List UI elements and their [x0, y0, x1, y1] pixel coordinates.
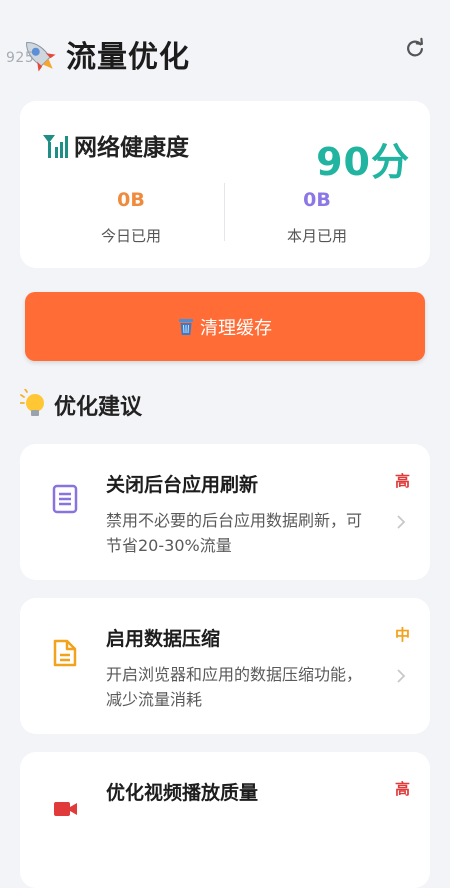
suggestion-desc: 开启浏览器和应用的数据压缩功能，减少流量消耗: [106, 665, 363, 709]
suggestion-title: 启用数据压缩: [106, 628, 221, 650]
health-score: 90分: [316, 140, 410, 184]
file-icon: [53, 639, 77, 667]
today-usage-label: 今日已用: [100, 227, 161, 245]
clean-cache-label: 清理缓存: [200, 317, 272, 339]
video-icon: [54, 802, 77, 816]
refresh-icon[interactable]: [404, 37, 426, 59]
network-health-title: 网络健康度: [74, 135, 189, 161]
document-icon: [52, 484, 78, 514]
suggestion-card-background-refresh[interactable]: 关闭后台应用刷新 高 禁用不必要的后台应用数据刷新，可节省20-30%流量: [20, 444, 430, 580]
lightbulb-icon: [20, 389, 44, 416]
suggestions-title: 优化建议: [54, 395, 143, 420]
month-usage-label: 本月已用: [286, 227, 347, 245]
suggestion-card-video-quality[interactable]: 优化视频播放质量 高: [20, 752, 430, 888]
network-health-card: 网络健康度 90分 0B 今日已用 0B 本月已用: [20, 101, 430, 268]
priority-badge: 高: [394, 472, 410, 490]
watermark-text: 925: [6, 50, 35, 66]
suggestion-card-data-compression[interactable]: 启用数据压缩 中 开启浏览器和应用的数据压缩功能，减少流量消耗: [20, 598, 430, 734]
suggestion-title: 优化视频播放质量: [106, 782, 259, 804]
priority-badge: 中: [394, 626, 410, 644]
month-usage-value: 0B: [303, 189, 331, 211]
stats-divider: [224, 183, 225, 241]
app-header: 925 流量优化: [0, 0, 450, 100]
suggestion-desc: 禁用不必要的后台应用数据刷新，可节省20-30%流量: [106, 511, 363, 555]
signal-bars-icon: [43, 135, 68, 158]
suggestion-title: 关闭后台应用刷新: [106, 474, 259, 496]
today-usage-value: 0B: [117, 189, 145, 211]
priority-badge: 高: [394, 780, 410, 798]
chevron-right-icon: [397, 669, 406, 683]
trash-icon: [179, 318, 193, 335]
clean-cache-button[interactable]: 清理缓存: [25, 292, 425, 361]
chevron-right-icon: [397, 515, 406, 529]
page-title: 流量优化: [66, 40, 190, 75]
